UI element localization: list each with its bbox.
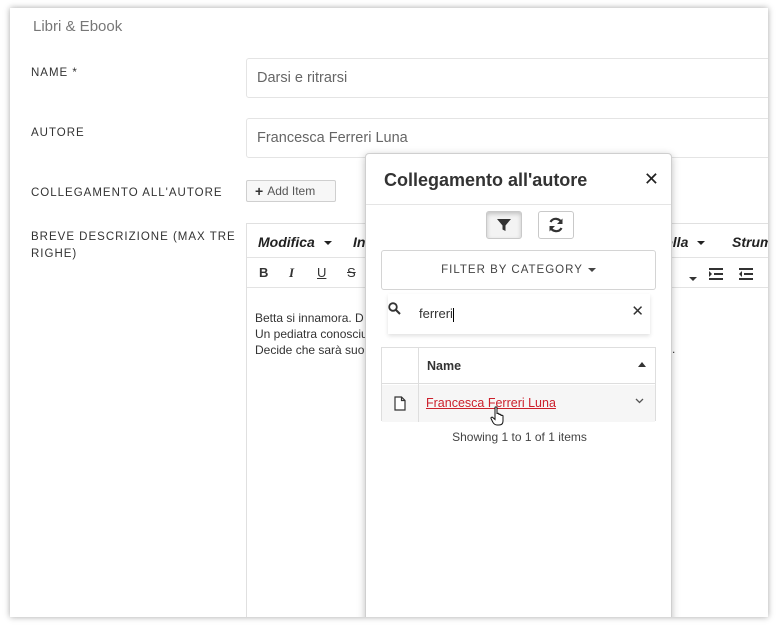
editor-line: Un pediatra conosciu (255, 327, 368, 341)
editor-line: Betta si innamora. D (255, 311, 364, 325)
chevron-down-icon[interactable] (635, 398, 644, 404)
outdent-icon[interactable] (709, 268, 723, 280)
add-item-label: Add Item (267, 184, 316, 198)
name-label: NAME * (31, 67, 78, 79)
bold-button[interactable]: B (259, 265, 268, 280)
sort-ascending-icon[interactable] (638, 362, 646, 367)
refresh-icon (549, 217, 563, 233)
filter-button[interactable] (486, 211, 522, 239)
description-label-line-1: BREVE DESCRIZIONE (MAX TRE (31, 231, 236, 243)
menu-modifica[interactable]: Modifica (258, 234, 332, 250)
italic-button[interactable]: I (289, 265, 294, 281)
file-icon (394, 396, 406, 411)
plus-icon: + (255, 183, 264, 199)
filter-icon (497, 219, 511, 231)
list-dropdown-chevron-icon[interactable] (684, 270, 697, 285)
editor-line: Decide che sarà suo (255, 343, 365, 357)
column-separator (418, 348, 419, 422)
hand-cursor-icon (490, 406, 504, 426)
pagination-status: Showing 1 to 1 of 1 items (452, 430, 587, 444)
main-panel: Libri & Ebook NAME * Darsi e ritrarsi AU… (10, 8, 768, 617)
description-label: BREVE DESCRIZIONE (MAX TRE RIGHE) (31, 229, 236, 263)
strikethrough-button[interactable]: S (347, 265, 356, 280)
author-input[interactable]: Francesca Ferreri Luna (246, 118, 768, 158)
results-table: Name Francesca Ferreri Luna (381, 347, 656, 422)
underline-button[interactable]: U (317, 265, 326, 280)
author-value: Francesca Ferreri Luna (257, 130, 408, 146)
add-item-button[interactable]: + Add Item (246, 180, 336, 202)
indent-icon[interactable] (739, 268, 753, 280)
author-link-label: COLLEGAMENTO ALL'AUTORE (31, 187, 223, 199)
description-label-line-2: RIGHE) (31, 248, 78, 260)
filter-label: FILTER BY CATEGORY (441, 264, 583, 276)
close-icon[interactable]: ✕ (644, 169, 659, 190)
editor-text-fragment: . (672, 342, 676, 356)
editor-content[interactable]: Betta si innamora. D Un pediatra conosciu… (255, 310, 368, 358)
name-value: Darsi e ritrarsi (257, 70, 348, 86)
popup-title: Collegamento all'autore (384, 170, 588, 190)
search-value: ferreri (419, 306, 453, 321)
clear-search-icon[interactable]: ✕ (631, 302, 644, 320)
column-header-name[interactable]: Name (427, 359, 461, 373)
caret-down-icon (587, 268, 596, 272)
search-box[interactable]: ferreri ✕ (388, 294, 650, 334)
author-link-popup: Collegamento all'autore ✕ FILTER BY CATE… (365, 153, 672, 617)
popup-divider (366, 204, 671, 205)
search-icon (388, 302, 401, 315)
menu-strumenti[interactable]: Strum (732, 234, 768, 250)
refresh-button[interactable] (538, 211, 574, 239)
author-label: AUTORE (31, 127, 85, 139)
filter-by-category-dropdown[interactable]: FILTER BY CATEGORY (381, 250, 656, 290)
section-title: Libri & Ebook (33, 18, 123, 35)
name-input[interactable]: Darsi e ritrarsi (246, 58, 768, 98)
search-input[interactable]: ferreri (419, 306, 454, 322)
table-header: Name (382, 348, 655, 384)
menu-inserisci[interactable]: In (353, 234, 365, 250)
table-row[interactable]: Francesca Ferreri Luna (382, 385, 655, 422)
